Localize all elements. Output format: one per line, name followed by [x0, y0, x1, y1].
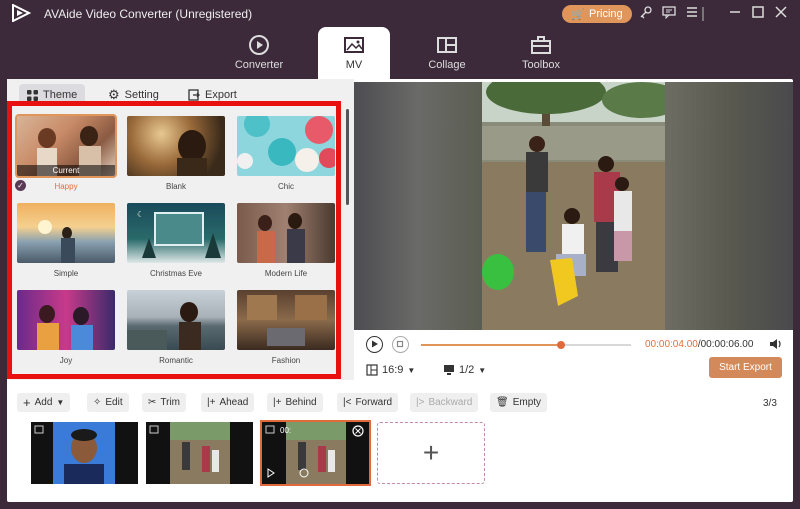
behind-button[interactable]: |+ Behind — [267, 393, 323, 412]
progress-fill — [421, 344, 562, 346]
page-value: 1/2 — [459, 364, 475, 376]
clip-toolbar: + Add ▼ ✧ Edit ✂ Trim |+ Ahead |+ Behind… — [7, 390, 793, 414]
tab-converter-label: Converter — [234, 59, 284, 71]
behind-label: Behind — [285, 397, 317, 408]
export-icon — [188, 89, 200, 101]
forward-button[interactable]: |< Forward — [337, 393, 399, 412]
chevron-down-icon: ▼ — [56, 398, 65, 407]
menu-icon[interactable] — [684, 5, 700, 21]
cart-icon: 🛒 — [571, 8, 586, 21]
maximize-icon[interactable] — [750, 5, 766, 21]
clip-thumbnail — [146, 422, 253, 484]
preview-blur-right — [665, 82, 793, 330]
aspect-ratio-value: 16:9 — [382, 364, 404, 376]
clip-thumbnail — [262, 422, 369, 484]
add-clip-button[interactable]: + — [377, 422, 485, 484]
progress-bar[interactable] — [421, 341, 631, 349]
preview-blur-left — [354, 82, 482, 330]
title-bar: AVAide Video Converter (Unregistered) 🛒 … — [0, 0, 800, 27]
title-divider — [702, 7, 704, 21]
edit-button[interactable]: ✧ Edit — [87, 393, 129, 412]
theme-scrollbar[interactable] — [346, 109, 349, 205]
app-title: AVAide Video Converter (Unregistered) — [44, 7, 253, 21]
close-icon[interactable] — [773, 5, 789, 21]
forward-label: Forward — [355, 397, 393, 408]
video-preview — [354, 82, 793, 330]
main-tabs: Converter MV Collage Toolbox — [0, 27, 800, 79]
tab-collage-label: Collage — [428, 59, 466, 71]
tab-toolbox[interactable]: Toolbox — [505, 27, 577, 79]
ahead-button[interactable]: |+ Ahead — [201, 393, 255, 412]
trash-icon: 🗑 — [496, 397, 509, 408]
plus-icon: + — [23, 395, 31, 410]
app-logo-icon — [12, 4, 31, 22]
ahead-icon: |+ — [207, 397, 216, 408]
current-time: 00:00:04.00 — [645, 339, 698, 350]
chevron-down-icon: ▼ — [407, 365, 416, 375]
add-button[interactable]: + Add ▼ — [17, 393, 71, 412]
add-label: Add — [34, 397, 53, 408]
grid-icon — [27, 89, 38, 101]
backward-button: |> Backward — [410, 393, 479, 412]
empty-button[interactable]: 🗑 Empty — [490, 393, 548, 412]
trim-label: Trim — [160, 397, 181, 408]
collage-icon — [437, 37, 457, 53]
main-panel: Theme ⚙ Setting Export Current ✓ Happy B… — [7, 79, 793, 502]
tab-converter[interactable]: Converter — [223, 27, 295, 79]
theme-panel: Theme ⚙ Setting Export Current ✓ Happy B… — [7, 79, 354, 380]
forward-icon: |< — [343, 397, 352, 408]
tab-mv[interactable]: MV — [318, 27, 390, 79]
play-button[interactable] — [366, 336, 383, 353]
tab-collage[interactable]: Collage — [411, 27, 483, 79]
aspect-ratio-icon — [366, 364, 378, 376]
toolbox-icon — [531, 36, 551, 54]
aspect-ratio-select[interactable]: 16:9 ▼ — [366, 364, 415, 376]
scissors-icon: ✂ — [148, 397, 157, 408]
empty-label: Empty — [512, 397, 542, 408]
stop-button[interactable] — [392, 336, 409, 353]
subtab-setting-label: Setting — [124, 89, 159, 101]
clip-item-selected[interactable]: 00: — [260, 420, 371, 486]
clip-thumbnail — [31, 422, 138, 484]
time-display: 00:00:04.00/00:00:06.00 — [645, 339, 753, 350]
start-export-button[interactable]: Start Export — [709, 357, 782, 378]
subtab-theme-label: Theme — [43, 89, 78, 101]
pricing-label: Pricing — [589, 8, 623, 20]
clip-time-label: 00: — [280, 426, 292, 435]
tab-toolbox-label: Toolbox — [522, 59, 560, 71]
plus-icon: + — [422, 437, 440, 468]
feedback-icon[interactable] — [661, 5, 677, 21]
monitor-icon — [444, 365, 454, 375]
clip-count: 3/3 — [763, 398, 777, 409]
backward-label: Backward — [428, 397, 473, 408]
clip-item[interactable] — [31, 422, 138, 484]
page-select[interactable]: 1/2 ▼ — [443, 364, 486, 376]
total-time: /00:00:06.00 — [697, 339, 754, 350]
clip-strip: 00: + — [7, 420, 793, 486]
subtab-export-label: Export — [205, 89, 237, 101]
behind-icon: |+ — [273, 397, 282, 408]
chevron-down-icon: ▼ — [478, 365, 487, 375]
mv-icon — [344, 37, 364, 53]
player-controls: 00:00:04.00/00:00:06.00 16:9 ▼ 1/2 ▼ Sta… — [354, 330, 793, 380]
edit-label: Edit — [105, 397, 123, 408]
progress-handle[interactable] — [557, 341, 566, 349]
highlight-box — [7, 101, 341, 379]
tab-mv-label: MV — [345, 59, 363, 71]
key-icon[interactable] — [638, 5, 654, 21]
pricing-button[interactable]: 🛒 Pricing — [562, 5, 632, 23]
preview-photo — [482, 82, 665, 330]
minimize-icon[interactable] — [727, 5, 743, 21]
converter-icon — [249, 35, 269, 55]
backward-icon: |> — [416, 397, 425, 408]
ahead-label: Ahead — [219, 397, 249, 408]
clip-item[interactable] — [146, 422, 253, 484]
trim-button[interactable]: ✂ Trim — [142, 393, 187, 412]
volume-icon[interactable] — [769, 337, 783, 356]
magic-wand-icon: ✧ — [93, 397, 102, 408]
